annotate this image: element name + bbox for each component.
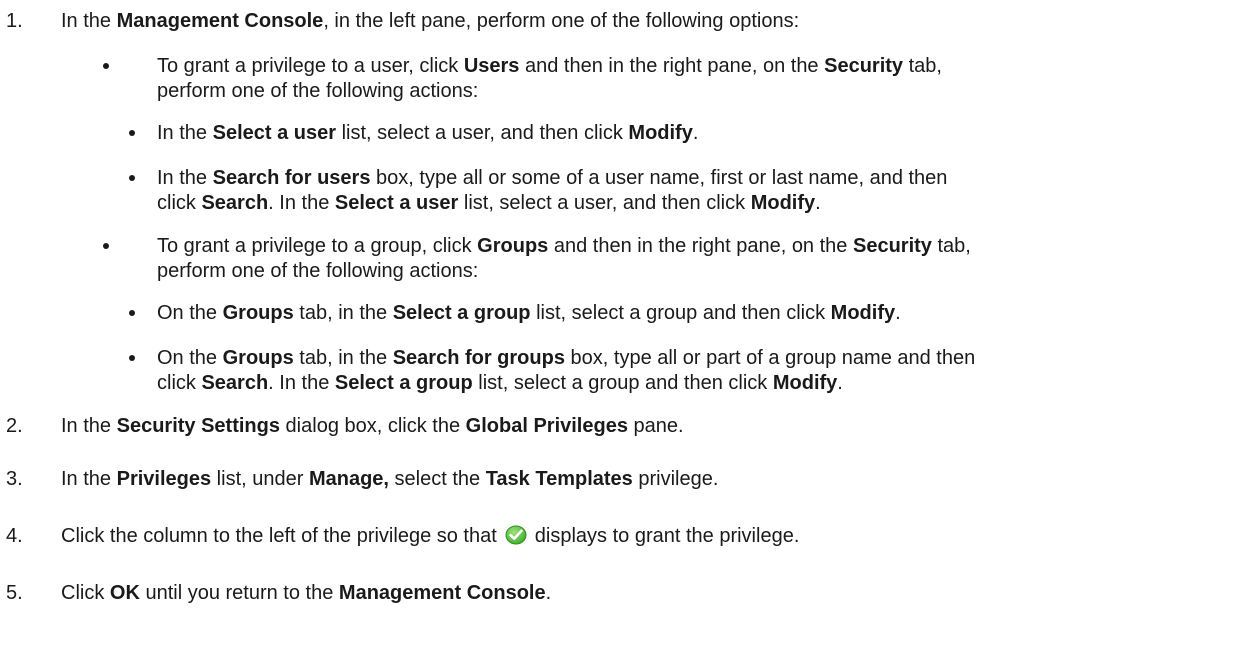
ui-term: Global Privileges xyxy=(465,415,628,437)
step-number: 3. xyxy=(6,468,23,490)
ui-term: Search for groups xyxy=(392,347,565,369)
ui-term: Modify xyxy=(772,372,838,394)
action-text: On the Groups tab, in the Select a group… xyxy=(157,302,901,324)
ui-term: Manage, xyxy=(308,468,389,490)
ui-term: Groups xyxy=(222,347,294,369)
ui-term: Select a group xyxy=(334,372,473,394)
step-text: In the Management Console, in the left p… xyxy=(61,10,800,32)
ui-term: OK xyxy=(109,582,140,604)
bullet xyxy=(129,175,135,181)
ui-term: Privileges xyxy=(116,468,212,490)
green-check-icon xyxy=(505,525,527,545)
ui-term: Groups xyxy=(222,302,294,324)
option-text: perform one of the following actions: xyxy=(157,80,479,102)
option-text: To grant a privilege to a group, click G… xyxy=(157,235,971,257)
step-text: Click OK until you return to the Managem… xyxy=(61,582,552,604)
bullet xyxy=(103,243,109,249)
step-number: 1. xyxy=(6,10,23,32)
step-text: In the Security Settings dialog box, cli… xyxy=(61,415,684,437)
ui-term: Management Console xyxy=(338,582,546,604)
bullet xyxy=(129,130,135,136)
step-number: 4. xyxy=(6,525,23,547)
step-text: Click the column to the left of the priv… xyxy=(61,525,800,547)
option-text: To grant a privilege to a user, click Us… xyxy=(157,55,942,77)
option-text: perform one of the following actions: xyxy=(157,260,479,282)
ui-term: Search xyxy=(201,372,269,394)
action-text: click Search. In the Select a group list… xyxy=(157,372,843,394)
ui-term: Security Settings xyxy=(116,415,280,437)
ui-term: Groups xyxy=(477,235,549,257)
action-text: In the Select a user list, select a user… xyxy=(157,122,699,144)
action-text: On the Groups tab, in the Search for gro… xyxy=(157,347,976,369)
step-text: In the Privileges list, under Manage, se… xyxy=(61,468,719,490)
green-check-icon-graphic xyxy=(505,525,527,545)
ui-term: Select a user xyxy=(212,122,337,144)
ui-term: Users xyxy=(463,55,520,77)
action-text: click Search. In the Select a user list,… xyxy=(157,192,821,214)
ui-term: Task Templates xyxy=(485,468,633,490)
ui-term: Search xyxy=(201,192,269,214)
ui-term: Select a group xyxy=(392,302,531,324)
ui-term: Security xyxy=(852,235,932,257)
step-number: 5. xyxy=(6,582,23,604)
ui-term: Select a user xyxy=(334,192,459,214)
ui-term: Security xyxy=(824,55,904,77)
step-number: 2. xyxy=(6,415,23,437)
bullet xyxy=(103,63,109,69)
bullet xyxy=(129,355,135,361)
action-text: In the Search for users box, type all or… xyxy=(157,167,948,189)
ui-term: Management Console xyxy=(116,10,324,32)
ui-term: Modify xyxy=(830,302,896,324)
ui-term: Modify xyxy=(750,192,816,214)
ui-term: Search for users xyxy=(212,167,371,189)
bullet xyxy=(129,310,135,316)
ui-term: Modify xyxy=(628,122,693,144)
